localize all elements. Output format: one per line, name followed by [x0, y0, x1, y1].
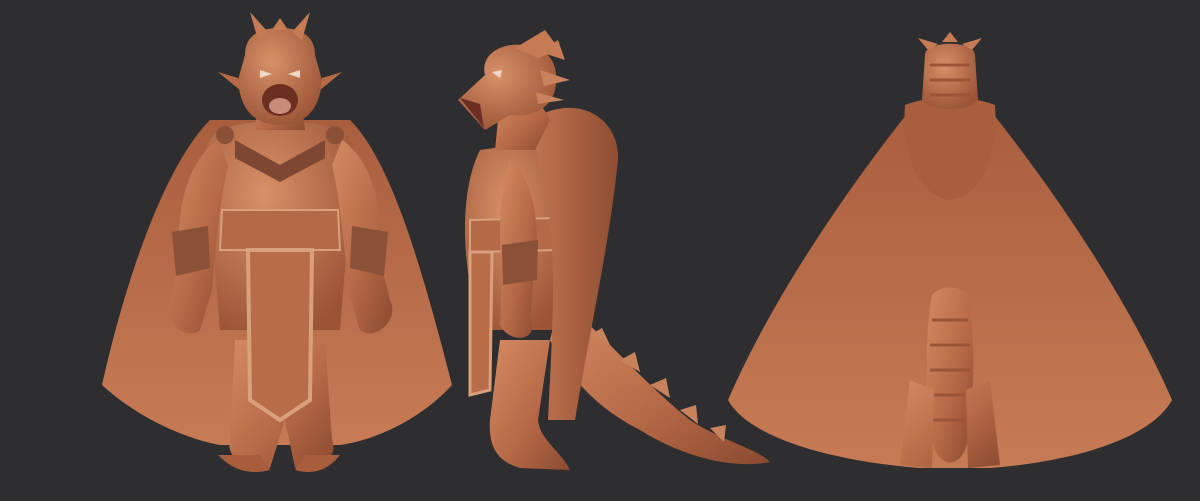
dragon-back-view: [720, 0, 1190, 501]
dragon-front-view: [100, 0, 460, 501]
dragon-head-back: [922, 43, 978, 109]
sash: [218, 209, 342, 251]
sculpt-turnaround-canvas: [0, 0, 1200, 501]
tabard: [245, 248, 315, 423]
tail: [926, 287, 974, 463]
